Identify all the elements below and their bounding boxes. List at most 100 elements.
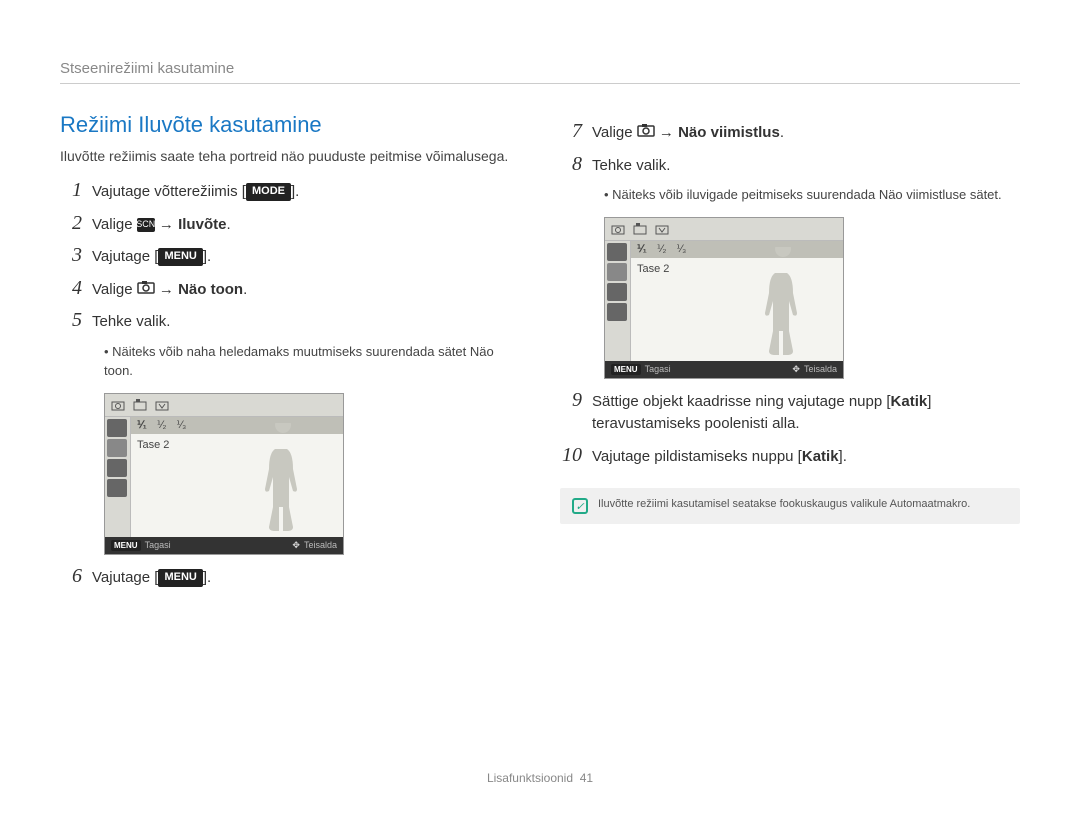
menu-button-label: MENU [158,569,202,586]
level-tab-2: ⅟₂ [157,420,167,431]
tab-icon [111,398,125,412]
step-post: ]. [291,183,299,200]
step-9: 9 Sättige objekt kaadrisse ning vajutage… [560,389,1020,436]
step-bold: Katik [802,448,839,465]
step-5-note: Näiteks võib naha heledamaks muutmiseks … [104,342,520,381]
step-10: 10 Vajutage pildistamiseks nuppu [Katik]… [560,444,1020,469]
section-title: Režiimi Iluvõte kasutamine [60,112,520,138]
mode-button-label: MODE [246,183,291,200]
nav-icon: ✥ [792,364,800,374]
sc-preview: ⅟₁ ⅟₂ ⅟₃ Tase 2 [631,241,843,361]
tab-icon [155,398,169,412]
step-pre: Vajutage [ [92,569,158,586]
step-number: 8 [560,153,582,176]
step-pre: Valige [592,124,637,141]
info-note: ✓ Iluvõtte režiimi kasutamisel seatakse … [560,488,1020,524]
right-column: 7 Valige → Näo viimistlus. 8 Tehke valik… [560,112,1020,597]
camera-screenshot-1: ⅟₁ ⅟₂ ⅟₃ Tase 2 MENU Tagasi ✥ Teisalda [104,393,344,555]
sc-topbar [105,394,343,417]
sc-footer: MENU Tagasi ✥ Teisalda [605,361,843,378]
side-icon [107,479,127,497]
step-number: 5 [60,309,82,332]
sc-level-label: Tase 2 [637,263,669,275]
sc-move-label: Teisalda [804,364,837,374]
level-tab-2: ⅟₂ [657,244,667,255]
step-4: 4 Valige → Näo toon. [60,277,520,302]
step-bold: → Näo toon [155,281,243,298]
sc-menu-btn: MENU [111,540,141,551]
step-number: 6 [60,565,82,588]
sc-body: ⅟₁ ⅟₂ ⅟₃ Tase 2 [605,241,843,361]
step-bold: → Näo viimistlus [655,124,780,141]
step-pre: Sättige objekt kaadrisse ning vajutage n… [592,393,891,410]
footer-page-number: 41 [580,771,593,785]
step-pre: Vajutage pildistamiseks nuppu [ [592,448,802,465]
side-icon [107,439,127,457]
side-icon [107,459,127,477]
step-number: 7 [560,120,582,143]
step-3: 3 Vajutage [MENU]. [60,244,520,269]
step-bold: → Iluvõte [155,216,227,233]
menu-button-label: MENU [158,248,202,265]
step-7: 7 Valige → Näo viimistlus. [560,120,1020,145]
step-2: 2 Valige SCN → Iluvõte. [60,212,520,237]
camera-icon [637,122,655,145]
left-column: Režiimi Iluvõte kasutamine Iluvõtte reži… [60,112,520,597]
step-bold: Katik [891,393,928,410]
sc-sidebar [605,241,631,361]
sc-back-label: Tagasi [145,540,171,550]
nav-icon: ✥ [292,540,300,550]
sc-sidebar [105,417,131,537]
step-text: Tehke valik. [592,153,670,178]
sc-menu-btn: MENU [611,364,641,375]
sc-back-label: Tagasi [645,364,671,374]
step-text: Vajutage pildistamiseks nuppu [Katik]. [592,444,847,469]
sc-topbar [605,218,843,241]
intro-text: Iluvõtte režiimis saate teha portreid nä… [60,146,520,167]
info-note-text: Iluvõtte režiimi kasutamisel seatakse fo… [598,498,970,510]
side-icon [607,243,627,261]
step-text: Valige → Näo viimistlus. [592,120,784,145]
step-post: ]. [203,569,211,586]
step-text: Vajutage [MENU]. [92,565,211,590]
step-number: 3 [60,244,82,267]
person-silhouette-icon [253,423,313,531]
level-tab-1: ⅟₁ [137,420,147,431]
step-text: Vajutage [MENU]. [92,244,211,269]
step-text: Valige → Näo toon. [92,277,247,302]
camera-icon [137,279,155,302]
step-number: 9 [560,389,582,412]
sc-move-label: Teisalda [304,540,337,550]
step-text: Sättige objekt kaadrisse ning vajutage n… [592,389,1020,436]
step-text: Valige SCN → Iluvõte. [92,212,231,237]
step-pre: Vajutage võtterežiimis [ [92,183,246,200]
page-header: Stseenirežiimi kasutamine [60,60,1020,84]
step-6: 6 Vajutage [MENU]. [60,565,520,590]
page-footer: Lisafunktsioonid 41 [0,771,1080,785]
step-pre: Valige [92,281,137,298]
side-icon [607,303,627,321]
sc-level-label: Tase 2 [137,439,169,451]
step-8: 8 Tehke valik. [560,153,1020,178]
sc-preview: ⅟₁ ⅟₂ ⅟₃ Tase 2 [131,417,343,537]
tab-icon [655,222,669,236]
scene-icon: SCN [137,218,155,232]
step-number: 10 [560,444,582,467]
tab-icon [611,222,625,236]
step-post: . [226,216,230,233]
step-pre: Valige [92,216,137,233]
side-icon [107,419,127,437]
step-post: . [243,281,247,298]
content-columns: Režiimi Iluvõte kasutamine Iluvõtte reži… [60,112,1020,597]
level-tab-3: ⅟₃ [176,420,186,431]
step-number: 4 [60,277,82,300]
step-post: ]. [839,448,847,465]
step-number: 1 [60,179,82,202]
sc-body: ⅟₁ ⅟₂ ⅟₃ Tase 2 [105,417,343,537]
step-post: . [780,124,784,141]
step-post: ]. [203,248,211,265]
sc-footer: MENU Tagasi ✥ Teisalda [105,537,343,554]
level-tab-3: ⅟₃ [676,244,686,255]
side-icon [607,263,627,281]
person-silhouette-icon [753,247,813,355]
